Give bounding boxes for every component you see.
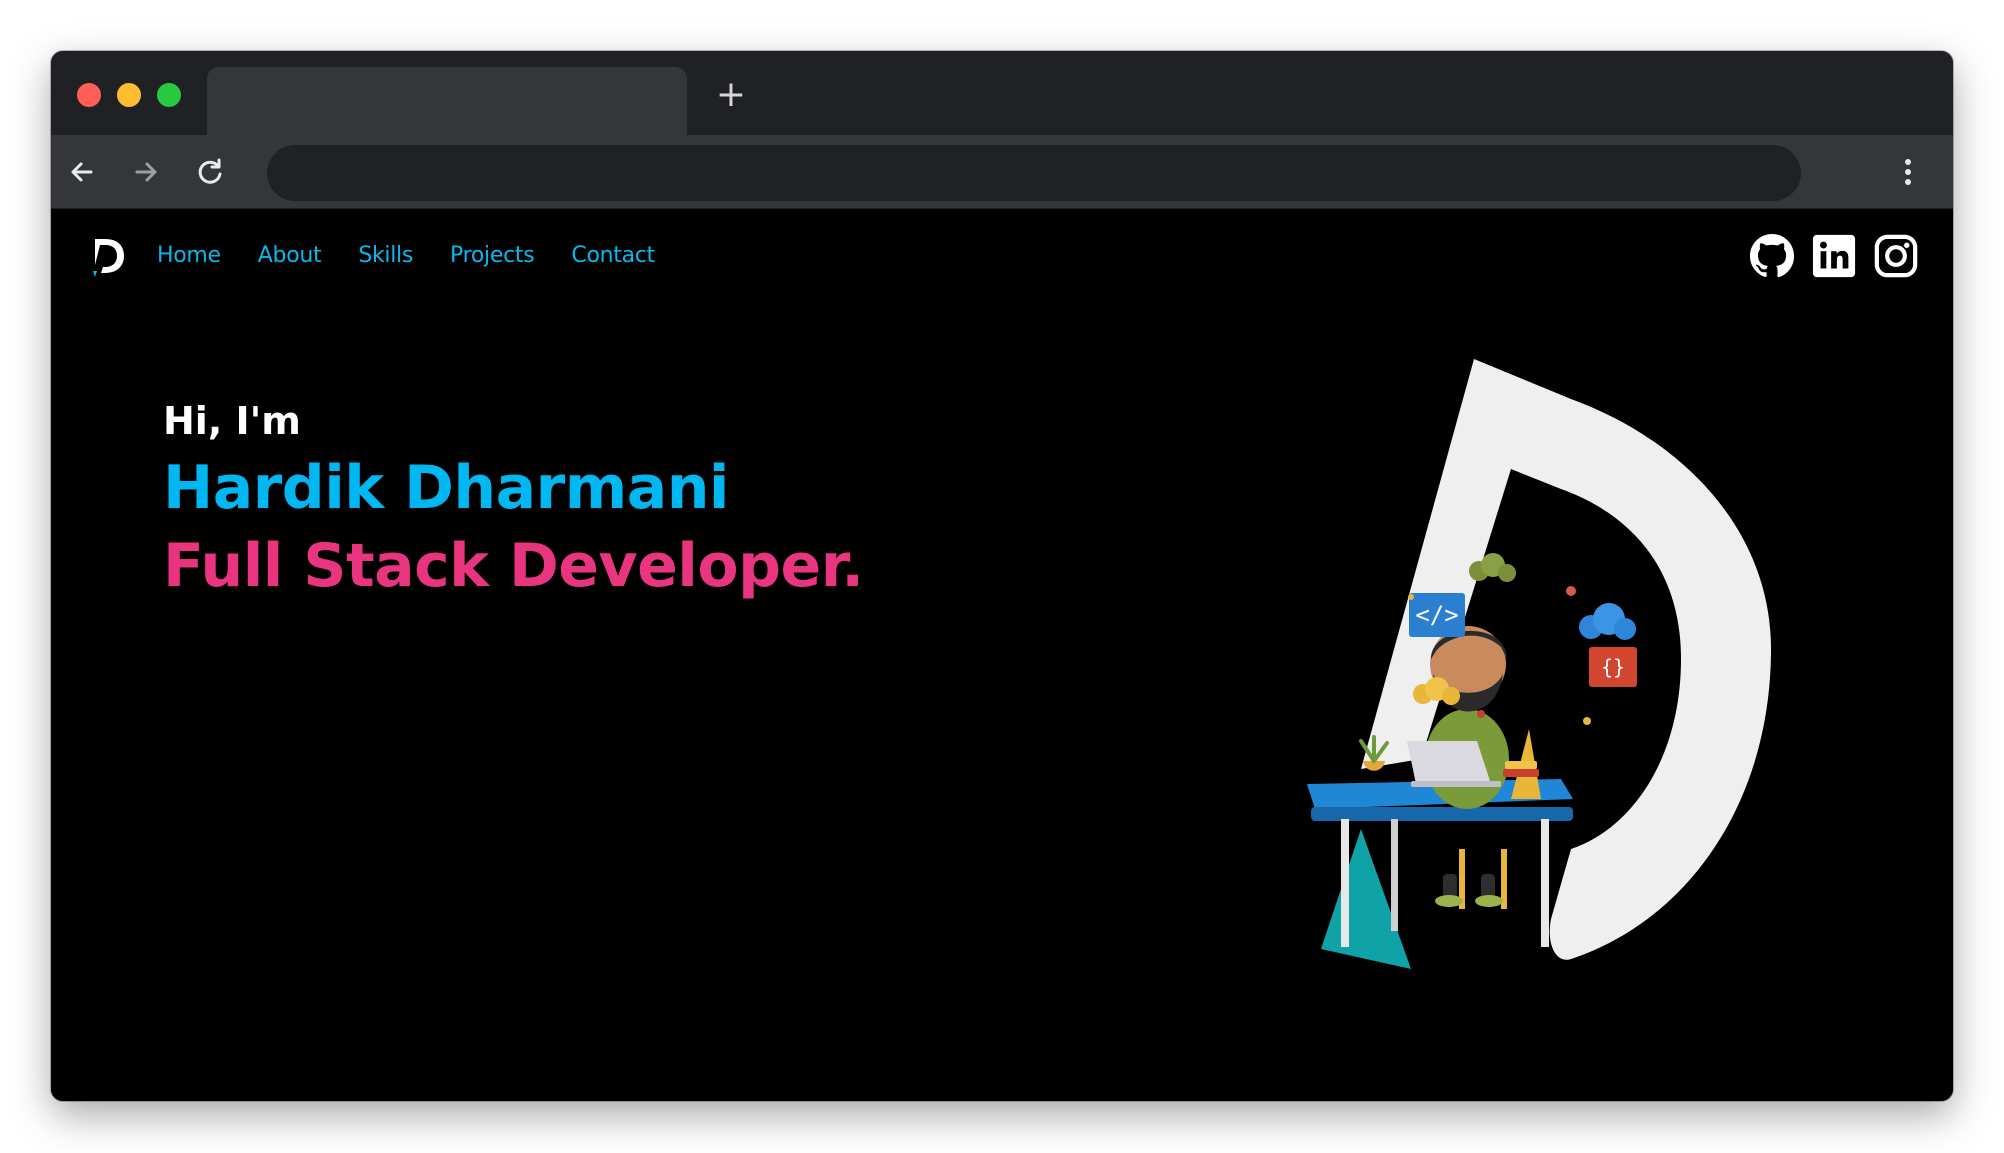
blue-cloud-icon [1579,603,1636,640]
developer-illustration: </> {} [1211,329,1831,1049]
site-logo[interactable] [91,235,127,279]
back-arrow-icon [71,162,93,182]
desk-leg [1391,819,1398,931]
developer-at-desk-illustration: </> {} [1307,359,1771,969]
laptop-base [1411,781,1501,787]
hero-role: Full Stack Developer. [163,531,864,601]
browser-menu-button[interactable] [1887,151,1929,193]
minimize-window-button[interactable] [117,83,141,107]
primary-nav: Home About Skills Projects Contact [157,243,655,268]
github-link[interactable] [1749,233,1795,279]
d-shape-background [1361,359,1771,960]
browser-titlebar: + [51,51,1953,135]
decor-dot [1477,710,1485,718]
nav-link-projects[interactable]: Projects [450,243,535,268]
laptop [1407,741,1491,784]
forward-button[interactable] [125,151,167,193]
reload-icon [198,158,222,184]
hero-name: Hardik Dharmani [163,453,729,523]
braces-badge-label: {} [1601,655,1625,679]
nav-link-home[interactable]: Home [157,243,221,268]
code-badge-label: </> [1415,601,1458,629]
nav-link-about[interactable]: About [258,243,322,268]
linkedin-link[interactable] [1811,233,1857,279]
desk-leg [1541,819,1549,947]
vertical-dots-icon [1905,159,1911,185]
desk-edge [1311,807,1573,821]
address-bar[interactable] [267,145,1801,201]
nav-link-contact[interactable]: Contact [571,243,655,268]
person-shoe [1475,895,1503,907]
book [1505,761,1537,769]
decor-dot [1566,586,1576,596]
decor-dot [1583,717,1591,725]
close-window-button[interactable] [77,83,101,107]
instagram-icon [1874,234,1918,278]
d-logo-icon [93,239,124,277]
browser-toolbar [51,135,1953,209]
linkedin-icon [1812,234,1856,278]
person-leg [1443,874,1457,898]
hero-section: Hi, I'm Hardik Dharmani Full Stack Devel… [163,399,864,601]
person-leg [1481,874,1495,898]
hero-greeting: Hi, I'm [163,399,301,443]
forward-arrow-icon [135,162,157,182]
desk-leg [1341,819,1349,947]
person-shoe [1435,895,1463,907]
instagram-link[interactable] [1873,233,1919,279]
new-tab-button[interactable]: + [711,75,751,115]
browser-window: + Home About Skills Projects Contact Hi,… [51,51,1953,1101]
maximize-window-button[interactable] [157,83,181,107]
browser-tab[interactable] [207,67,687,135]
github-icon [1749,233,1795,278]
nav-link-skills[interactable]: Skills [358,243,413,268]
decor-dot [1408,594,1414,600]
book [1503,769,1539,777]
page-viewport: Home About Skills Projects Contact Hi, I… [51,209,1953,1101]
site-navbar: Home About Skills Projects Contact [51,209,1953,305]
reload-button[interactable] [189,151,231,193]
back-button[interactable] [61,151,103,193]
